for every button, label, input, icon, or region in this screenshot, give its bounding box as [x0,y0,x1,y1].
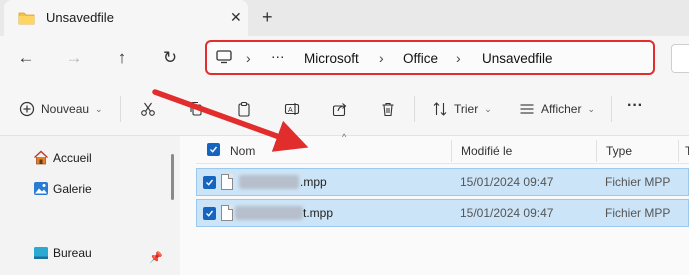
divider [120,96,121,122]
column-header-row: ^ Nom Modifié le Type Ta [196,132,689,164]
address-bar[interactable]: › ··· Microsoft › Office › Unsavedfile [205,40,655,75]
home-icon [34,150,48,165]
clipboard-icon [238,101,250,117]
breadcrumb-separator: › [379,50,384,66]
redacted-filename [235,206,303,220]
divider [414,96,415,122]
checkmark-icon [210,146,218,153]
breadcrumb-unsavedfile[interactable]: Unsavedfile [482,51,553,66]
sort-button[interactable]: Trier ⌄ [432,98,492,120]
sidebar-item-gallery[interactable]: Galerie [33,181,92,196]
share-icon [332,103,347,117]
breadcrumb-separator: › [456,50,461,66]
sidebar-item-label: Galerie [53,181,92,196]
view-button[interactable]: Afficher ⌄ [519,98,595,120]
tab-unsavedfile[interactable]: Unsavedfile ✕ [4,0,248,36]
select-all-checkbox[interactable] [207,143,220,156]
navigation-bar: ← → ↑ ↻ › ··· Microsoft › Office › Unsav… [0,36,689,82]
paste-button[interactable] [236,98,252,120]
sidebar-item-label: Accueil [53,150,92,165]
column-name[interactable]: Nom [230,144,255,158]
delete-button[interactable] [380,98,396,120]
sidebar-item-label: Bureau [53,246,92,260]
file-icon [221,205,233,221]
column-type[interactable]: Type [606,144,632,158]
chevron-down-icon: ⌄ [587,103,596,114]
file-modified: 15/01/2024 09:47 [460,175,554,189]
breadcrumb-separator: › [246,50,251,66]
copy-icon [190,101,202,116]
share-button[interactable] [332,98,348,120]
column-modified[interactable]: Modifié le [461,144,512,158]
new-label: Nouveau [41,102,90,116]
trash-icon [382,102,394,117]
up-button[interactable]: ↑ [111,47,133,69]
search-box-edge[interactable] [671,44,689,73]
sort-label: Trier [454,102,479,116]
folder-icon [18,12,35,25]
new-tab-button[interactable]: + [262,7,273,28]
column-divider[interactable] [678,140,679,162]
desktop-icon [34,247,48,259]
breadcrumb-microsoft[interactable]: Microsoft [304,51,359,66]
divider [611,96,612,122]
column-size[interactable]: Ta [685,144,689,158]
table-row[interactable]: t.mpp 15/01/2024 09:47 Fichier MPP [196,199,689,227]
table-row[interactable]: .mpp 15/01/2024 09:47 Fichier MPP [196,168,689,196]
file-name: t.mpp [303,206,334,220]
back-button[interactable]: ← [15,47,37,69]
view-list-icon [520,104,534,114]
rename-icon: A [284,103,300,115]
plus-circle-icon [19,101,35,117]
row-checkbox[interactable] [203,176,216,189]
refresh-button[interactable]: ↻ [159,47,181,69]
cut-button[interactable] [140,98,156,120]
file-list: ^ Nom Modifié le Type Ta .mpp 15/01/2024… [180,132,689,275]
view-label: Afficher [541,102,582,116]
sidebar-scrollbar[interactable] [171,154,174,200]
file-modified: 15/01/2024 09:47 [460,206,554,220]
row-checkbox[interactable] [203,207,216,220]
sort-icon [433,102,447,116]
file-type: Fichier MPP [605,206,671,220]
sidebar-item-desktop[interactable]: Bureau [33,246,92,260]
checkmark-icon [206,210,214,217]
new-button[interactable]: Nouveau ⌄ [19,98,103,120]
close-tab-icon[interactable]: ✕ [230,9,242,26]
sidebar-item-home[interactable]: Accueil [33,150,92,165]
checkmark-icon [206,179,214,186]
command-bar: Nouveau ⌄ A Trier ⌄ Afficher ⌄ ··· [0,82,689,136]
column-divider[interactable] [596,140,597,162]
scissors-icon [141,102,155,116]
more-options-button[interactable]: ··· [627,95,643,117]
rename-button[interactable]: A [284,98,300,120]
file-type: Fichier MPP [605,175,671,189]
copy-button[interactable] [188,98,204,120]
svg-text:A: A [288,107,293,114]
pin-icon[interactable]: 📌 [149,251,163,264]
file-icon [221,174,233,190]
file-explorer-window: Unsavedfile ✕ + ← → ↑ ↻ › ··· Microsoft … [0,0,689,275]
column-divider[interactable] [451,140,452,162]
tab-title: Unsavedfile [46,10,114,25]
gallery-icon [34,182,48,195]
breadcrumb-overflow[interactable]: ··· [271,49,285,64]
computer-icon [216,50,232,64]
forward-button[interactable]: → [63,47,85,69]
chevron-down-icon: ⌄ [95,103,103,114]
chevron-down-icon: ⌄ [484,103,492,114]
file-name: .mpp [300,175,327,189]
sort-ascending-icon: ^ [342,132,347,142]
tab-bar: Unsavedfile ✕ + [0,0,689,36]
redacted-filename [239,175,299,189]
breadcrumb-office[interactable]: Office [403,51,438,66]
